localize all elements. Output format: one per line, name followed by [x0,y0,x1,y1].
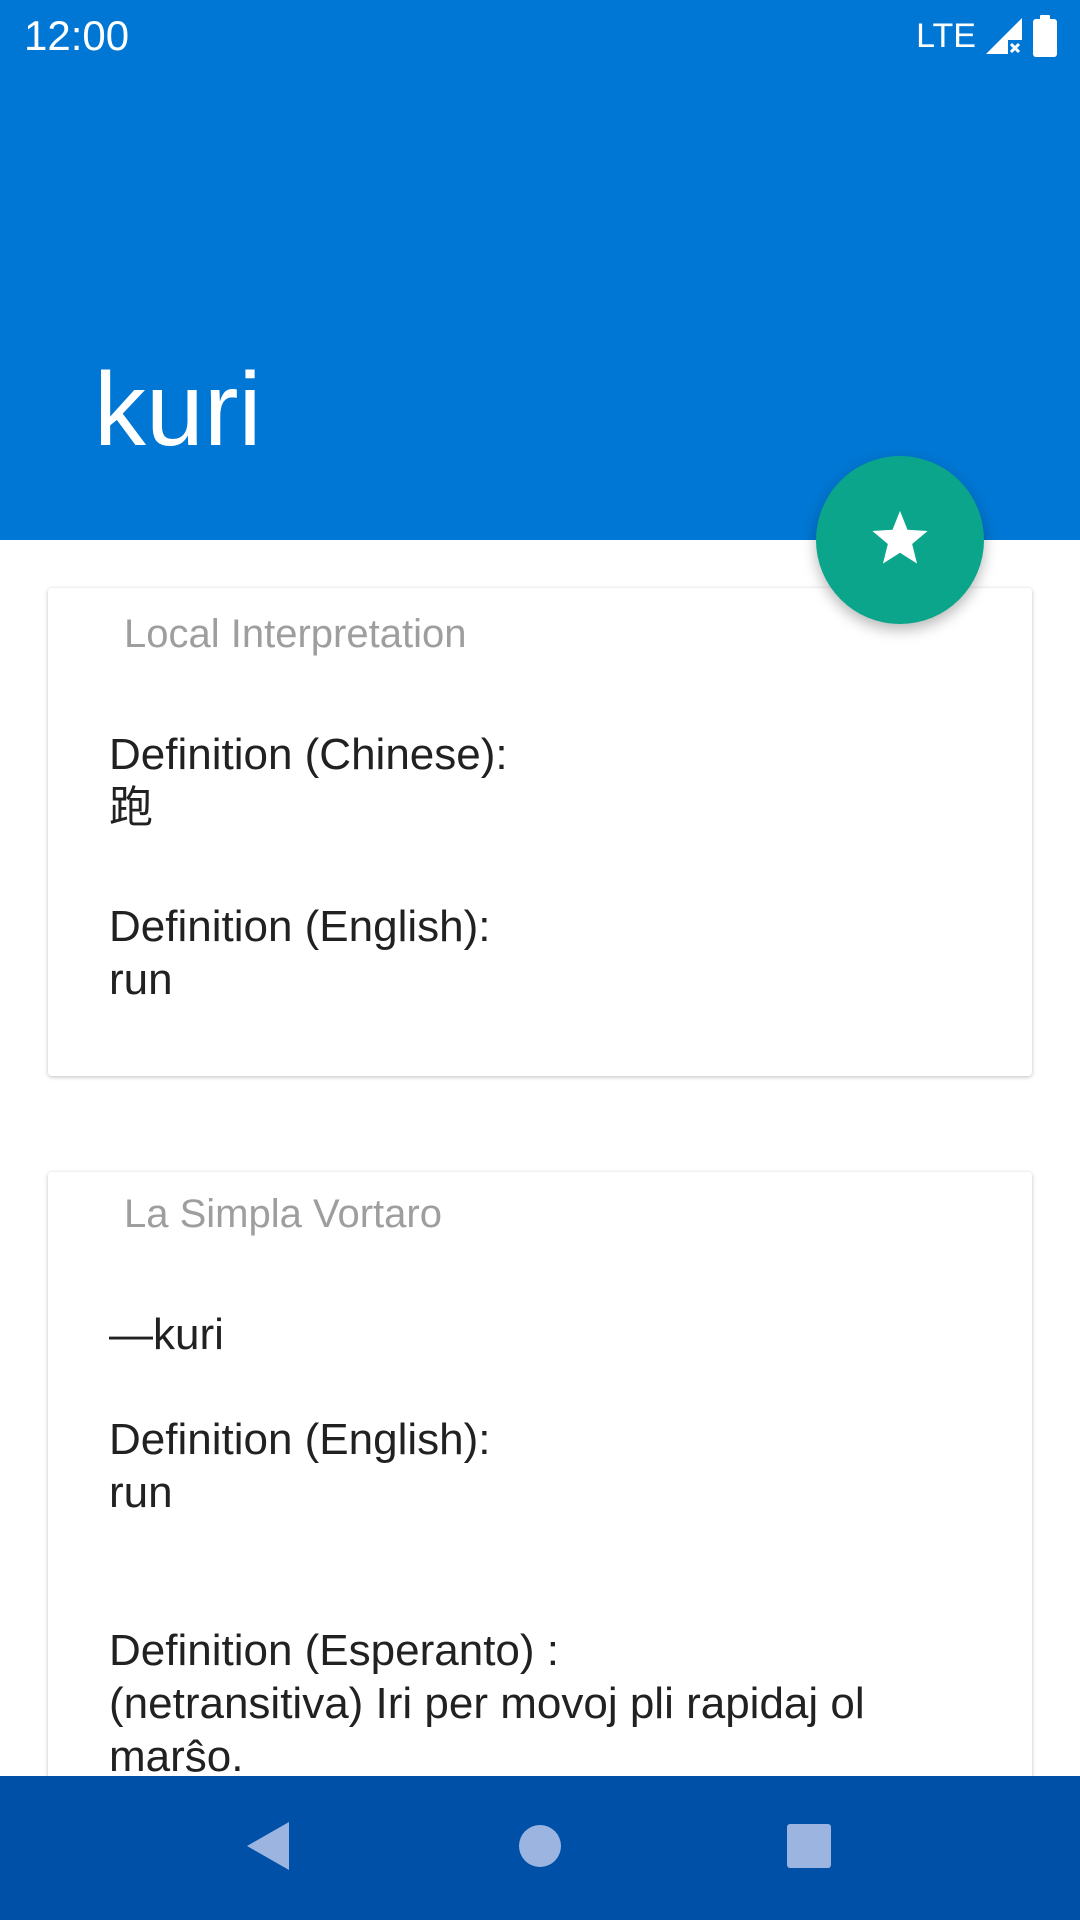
navigation-bar [0,1776,1080,1920]
home-button[interactable] [480,1776,600,1920]
home-icon [517,1823,563,1874]
status-icons: LTE [916,14,1058,58]
definition-english-value: run [109,955,173,1004]
card-content: —kuri Definition (English): run Definiti… [109,1308,992,1783]
definition-english-label: Definition (English): [109,902,491,951]
signal-icon [984,16,1024,56]
star-icon [869,508,931,573]
card-title: Local Interpretation [124,612,467,656]
network-type-label: LTE [916,17,976,55]
status-bar: 12:00 LTE [0,0,1080,72]
definition-chinese-value: 跑 [109,783,153,832]
page-title: kuri [94,352,262,468]
back-icon [245,1820,291,1877]
definition-esperanto-label: Definition (Esperanto) : [109,1626,559,1675]
definition-chinese-label: Definition (Chinese): [109,730,508,779]
favorite-button[interactable] [816,456,984,624]
card-title: La Simpla Vortaro [124,1192,442,1236]
definition-english-value: run [109,1468,173,1517]
headword: —kuri [109,1310,224,1359]
card-la-simpla-vortaro: La Simpla Vortaro —kuri Definition (Engl… [48,1172,1032,1812]
definition-esperanto-value: (netransitiva) Iri per movoj pli rapidaj… [109,1679,877,1781]
status-time: 12:00 [24,12,130,59]
back-button[interactable] [208,1776,328,1920]
screen: 12:00 LTE kuri Local Interpretation Defi… [0,0,1080,1920]
battery-icon [1032,15,1058,57]
recents-button[interactable] [749,1776,869,1920]
card-local-interpretation: Local Interpretation Definition (Chinese… [48,588,1032,1076]
card-content: Definition (Chinese): 跑 Definition (Engl… [109,728,992,1006]
definition-english-label: Definition (English): [109,1415,491,1464]
recents-icon [785,1822,833,1875]
